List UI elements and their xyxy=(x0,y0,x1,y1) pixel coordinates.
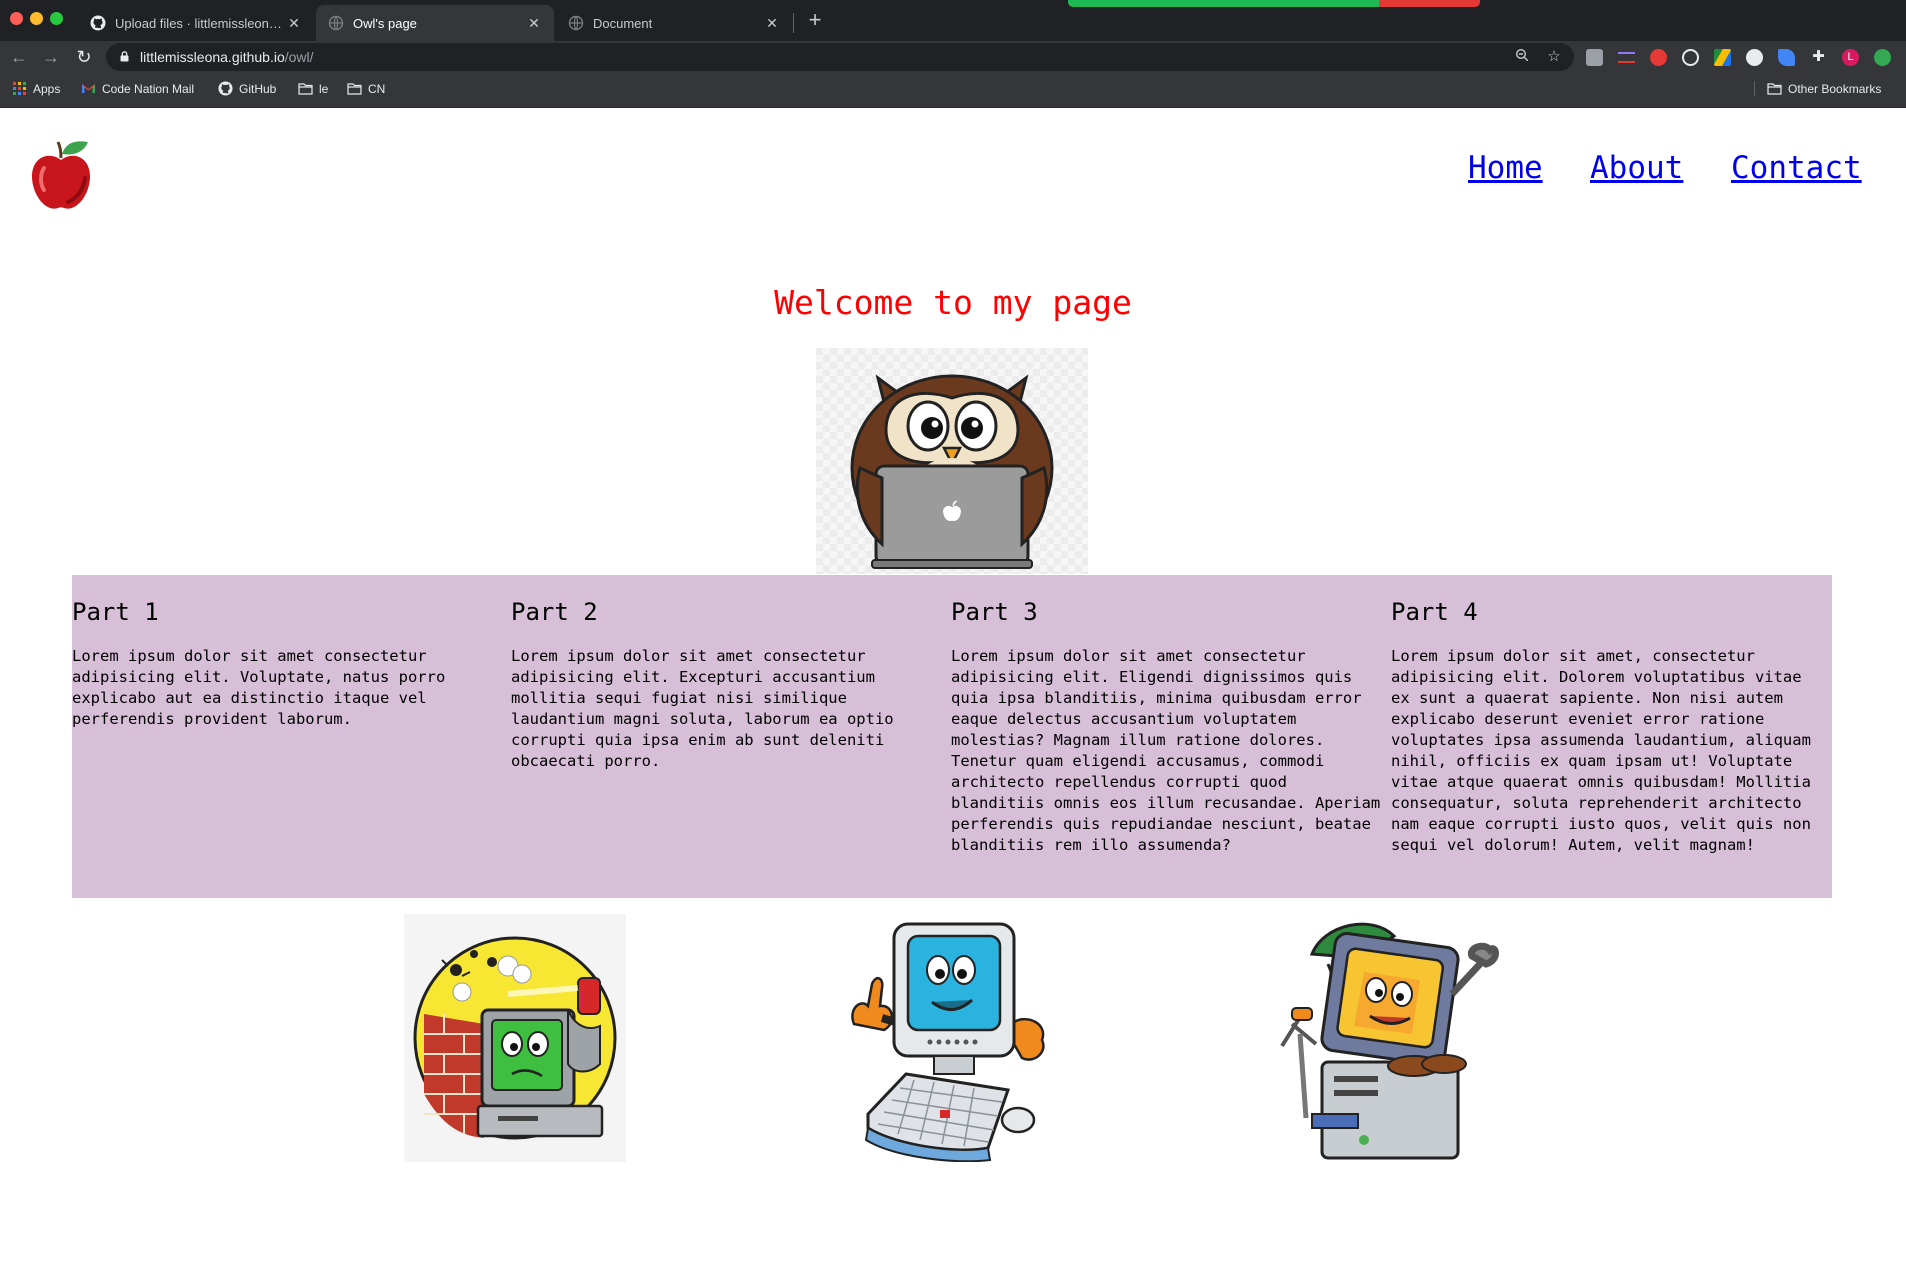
part-title: Part 4 xyxy=(1391,598,1478,626)
bookmarks-bar: Apps Code Nation Mail GitHub le CN Other… xyxy=(0,73,1906,108)
parts-section: Part 1 Lorem ipsum dolor sit amet consec… xyxy=(72,575,1832,898)
tab-strip: Upload files · littlemissleona/owl ✕ Owl… xyxy=(0,0,1906,41)
tab-separator xyxy=(793,13,794,33)
gmail-icon xyxy=(82,84,95,93)
bookmark-folder-le[interactable]: le xyxy=(298,81,328,96)
close-window-button[interactable] xyxy=(10,12,23,25)
bookmark-folder-cn[interactable]: CN xyxy=(347,81,385,96)
back-arrow-icon[interactable]: ← xyxy=(8,47,30,69)
extension-icon[interactable] xyxy=(1746,49,1763,66)
owl-with-laptop-image xyxy=(816,348,1088,574)
extension-icon[interactable] xyxy=(1682,49,1699,66)
tab-owls-page[interactable]: Owl's page ✕ xyxy=(316,5,554,41)
part-column: Part 2 Lorem ipsum dolor sit amet consec… xyxy=(511,598,949,772)
extension-icon[interactable] xyxy=(1778,49,1795,66)
globe-icon xyxy=(568,15,584,31)
page-title: Welcome to my page xyxy=(774,283,1132,322)
browser-chrome: Upload files · littlemissleona/owl ✕ Owl… xyxy=(0,0,1906,108)
close-tab-icon[interactable]: ✕ xyxy=(764,15,780,32)
zoom-icon[interactable] xyxy=(1513,48,1531,66)
lock-icon xyxy=(120,51,129,62)
tab-title: Document xyxy=(593,15,653,31)
github-icon xyxy=(90,15,106,31)
bookmark-label: le xyxy=(319,81,329,96)
close-tab-icon[interactable]: ✕ xyxy=(526,15,542,32)
part-text: Lorem ipsum dolor sit amet consectetur a… xyxy=(72,647,446,728)
extension-icon[interactable] xyxy=(1586,49,1603,66)
tab-document[interactable]: Document ✕ xyxy=(556,5,792,41)
tab-title: Owl's page xyxy=(353,15,417,31)
github-icon xyxy=(218,81,233,96)
part-column: Part 4 Lorem ipsum dolor sit amet, conse… xyxy=(1391,598,1829,856)
part-text: Lorem ipsum dolor sit amet consectetur a… xyxy=(951,647,1381,854)
browser-toolbar: ← → ↻ littlemissleona.github.io/owl/ ☆ ✚… xyxy=(0,41,1906,73)
nav-about-link[interactable]: About xyxy=(1590,150,1683,186)
new-tab-button[interactable]: + xyxy=(804,9,826,32)
address-bar[interactable]: littlemissleona.github.io/owl/ ☆ xyxy=(106,43,1574,71)
nav-contact-link[interactable]: Contact xyxy=(1731,150,1862,186)
bookmark-star-icon[interactable]: ☆ xyxy=(1545,48,1563,66)
tab-upload-files[interactable]: Upload files · littlemissleona/owl ✕ xyxy=(78,5,314,41)
globe-icon xyxy=(328,15,344,31)
bookmark-code-nation-mail[interactable]: Code Nation Mail xyxy=(81,81,194,96)
folder-icon xyxy=(1767,83,1782,95)
reload-icon[interactable]: ↻ xyxy=(73,47,95,69)
profile-avatar[interactable]: L xyxy=(1842,49,1859,66)
forward-arrow-icon[interactable]: → xyxy=(40,47,62,69)
part-title: Part 2 xyxy=(511,598,598,626)
bookmark-apps[interactable]: Apps xyxy=(12,81,60,96)
drive-icon[interactable] xyxy=(1714,49,1731,66)
repair-computer-image xyxy=(1280,922,1499,1160)
minimize-window-button[interactable] xyxy=(30,12,43,25)
part-title: Part 1 xyxy=(72,598,159,626)
folder-icon xyxy=(347,83,362,95)
part-title: Part 3 xyxy=(951,598,1038,626)
nav-home-link[interactable]: Home xyxy=(1468,150,1543,186)
bookmark-github[interactable]: GitHub xyxy=(218,81,276,96)
bookmark-label: Other Bookmarks xyxy=(1788,81,1882,96)
other-bookmarks[interactable]: Other Bookmarks xyxy=(1754,81,1881,96)
zoom-window-button[interactable] xyxy=(50,12,63,25)
part-column: Part 3 Lorem ipsum dolor sit amet consec… xyxy=(951,598,1389,856)
tab-title: Upload files · littlemissleona/owl xyxy=(115,15,286,31)
url-text: littlemissleona.github.io/owl/ xyxy=(140,49,314,65)
extension-icon[interactable] xyxy=(1650,49,1667,66)
url-path: /owl/ xyxy=(284,49,314,65)
extension-icon[interactable] xyxy=(1618,52,1635,63)
computer-bug-spray-image xyxy=(404,914,626,1162)
web-page: Home About Contact Welcome to my page Pa… xyxy=(0,108,1906,1284)
part-text: Lorem ipsum dolor sit amet consectetur a… xyxy=(511,647,894,770)
bookmark-label: CN xyxy=(368,81,386,96)
bookmark-label: Apps xyxy=(33,81,61,96)
bookmark-label: Code Nation Mail xyxy=(102,81,195,96)
part-column: Part 1 Lorem ipsum dolor sit amet consec… xyxy=(72,598,510,730)
apps-grid-icon xyxy=(13,82,26,95)
url-host: littlemissleona.github.io xyxy=(140,49,285,65)
puzzle-icon[interactable]: ✚ xyxy=(1810,48,1827,65)
apple-logo[interactable] xyxy=(28,132,94,212)
close-tab-icon[interactable]: ✕ xyxy=(286,15,302,32)
extension-icon[interactable] xyxy=(1874,49,1891,66)
happy-computer-image xyxy=(851,922,1045,1162)
folder-icon xyxy=(298,83,313,95)
screen-share-indicator xyxy=(1068,0,1480,7)
part-text: Lorem ipsum dolor sit amet, consectetur … xyxy=(1391,647,1811,854)
bookmark-label: GitHub xyxy=(239,81,277,96)
